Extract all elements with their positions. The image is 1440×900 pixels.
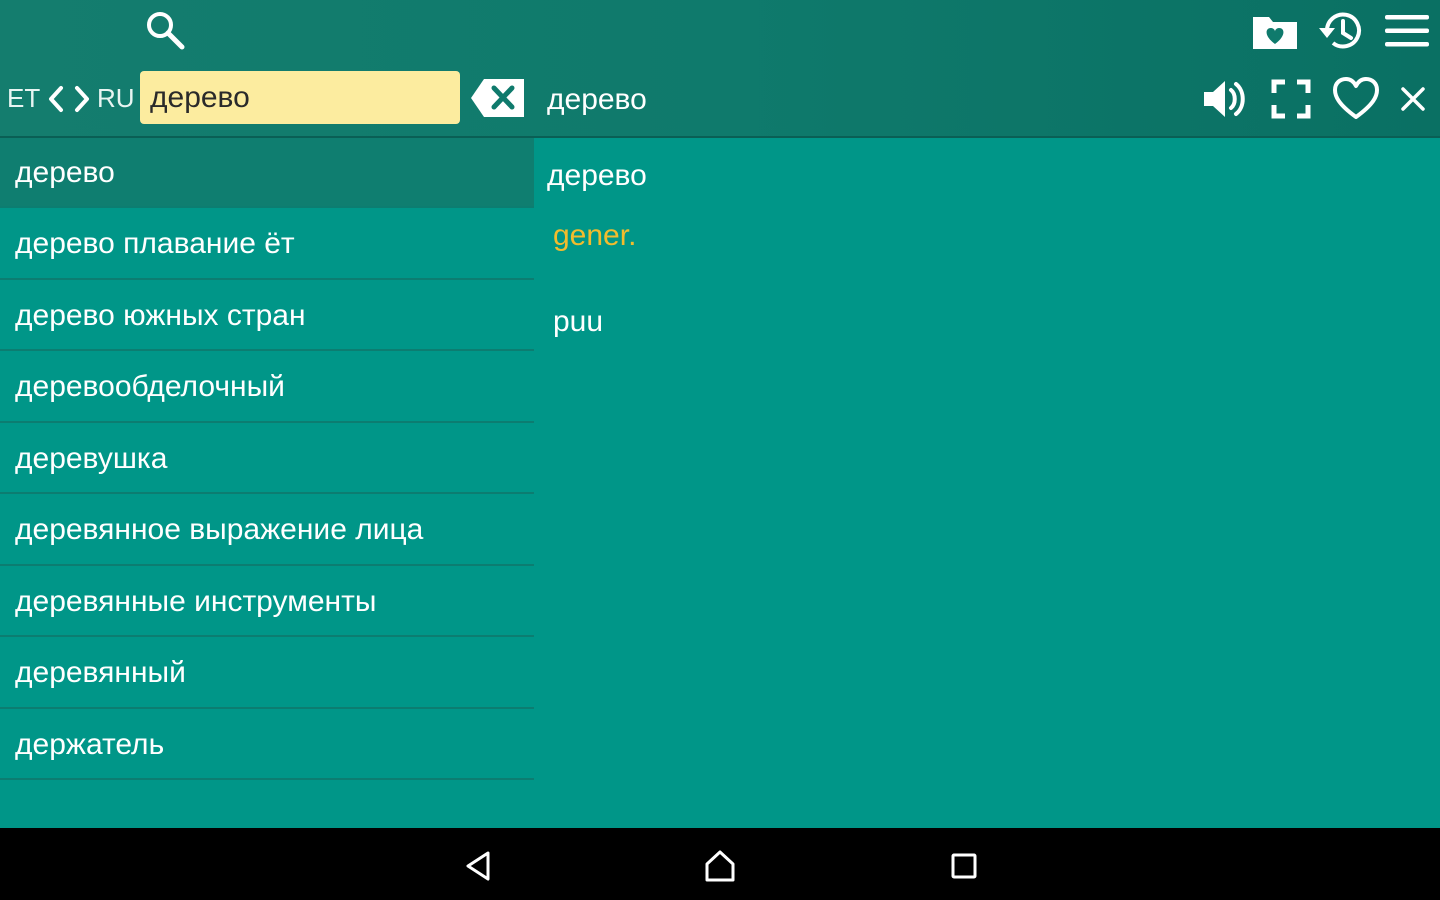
target-language-label[interactable]: RU [97,80,135,116]
entry-header-word: дерево [547,83,647,116]
word-list-item[interactable]: держатель [0,709,534,780]
favorites-folder-icon[interactable] [1249,8,1301,54]
source-language-label[interactable]: ET [7,80,40,116]
word-list-item[interactable]: деревянный [0,637,534,709]
speaker-icon[interactable] [1198,76,1250,122]
chevron-left-icon[interactable] [44,82,68,116]
detail-translation: puu [553,305,604,338]
favorite-heart-icon[interactable] [1330,74,1382,124]
search-input[interactable] [140,71,460,124]
detail-part-of-speech: gener. [553,219,637,252]
word-list-item[interactable]: деревянное выражение лица [0,494,534,566]
fullscreen-icon[interactable] [1266,76,1316,122]
word-list-item[interactable]: деревушка [0,423,534,494]
word-list-item[interactable]: дерево южных стран [0,280,534,351]
word-list-item[interactable]: деревообделочный [0,351,534,423]
word-list-item[interactable]: деревянные инструменты [0,566,534,637]
word-list-item[interactable]: дерево плавание ёт [0,208,534,280]
word-list-item[interactable]: дерево [0,138,534,208]
history-icon[interactable] [1315,6,1367,56]
back-icon[interactable] [460,846,496,886]
search-icon[interactable] [140,6,190,54]
close-icon[interactable] [1394,80,1432,118]
word-suggestion-list: дерево дерево плавание ёт дерево южных с… [0,138,534,828]
recent-apps-icon[interactable] [946,848,982,884]
detail-headword: дерево [547,159,647,192]
translation-detail-panel: дерево gener. puu [534,138,1440,828]
home-icon[interactable] [700,846,740,886]
clear-input-icon[interactable] [470,76,526,120]
menu-icon[interactable] [1382,8,1432,54]
chevron-right-icon[interactable] [70,82,94,116]
